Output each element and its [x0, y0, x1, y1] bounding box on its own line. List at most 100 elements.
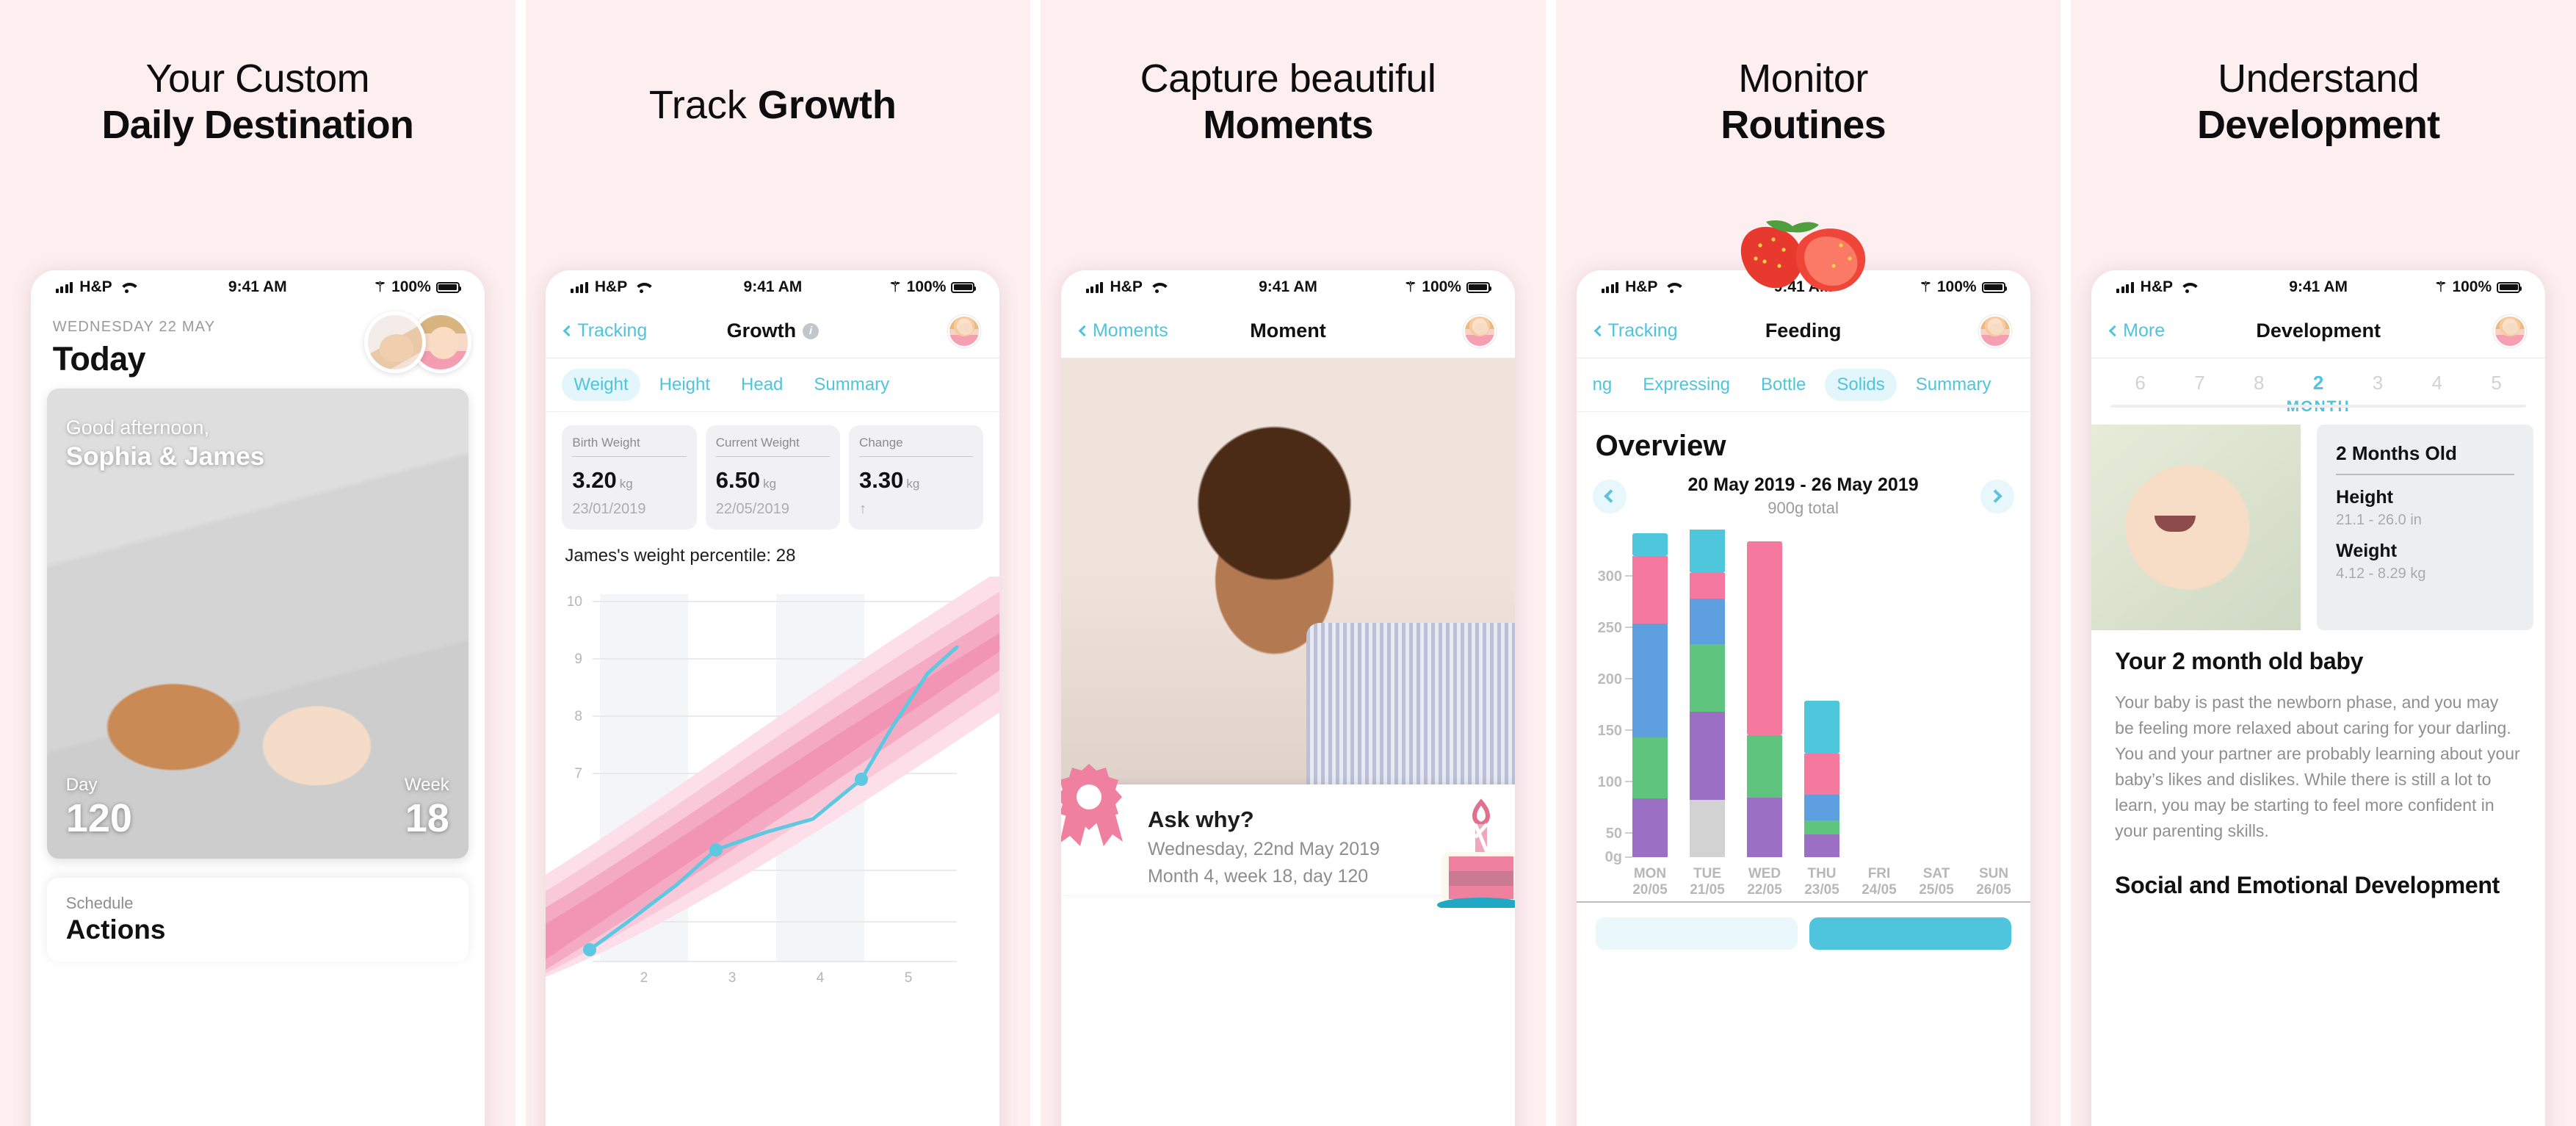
weight-label: Weight	[2336, 541, 2398, 561]
month-option-5[interactable]: 5	[2491, 372, 2501, 394]
panel-track-growth: Track Growth H&P 9:41 AM ⚚ 100% Tracking…	[515, 0, 1031, 1126]
avatar[interactable]	[2494, 314, 2527, 347]
chevron-left-icon	[1593, 325, 1605, 337]
svg-text:MON: MON	[1633, 866, 1665, 881]
month-option-3[interactable]: 3	[2373, 372, 2383, 394]
moment-detail-card: Ask why? Wednesday, 22nd May 2019 Month …	[1060, 764, 1515, 908]
tab-summary[interactable]: Summary	[1904, 369, 2003, 401]
stat-value: 6.50 kg	[716, 467, 830, 494]
svg-text:150: 150	[1597, 723, 1621, 739]
bar-wed	[1746, 541, 1782, 857]
stat-card-current-weight: Current Weight 6.50 kg 22/05/2019	[705, 425, 841, 530]
height-value: 21.1 - 26.0 in	[2336, 512, 2422, 528]
back-button[interactable]: Moments	[1078, 320, 1168, 342]
day-value: 120	[65, 796, 132, 840]
month-option-4[interactable]: 4	[2432, 372, 2442, 394]
stat-unit: kg	[763, 477, 777, 491]
panel-heading-line2: Routines	[1721, 102, 1886, 147]
svg-text:FRI: FRI	[1867, 866, 1890, 881]
nav-bar: More Development	[2091, 304, 2546, 358]
wifi-icon	[1149, 282, 1165, 293]
bar-tue	[1689, 530, 1725, 857]
today-hero-card[interactable]: Good afternoon, Sophia & James Day 120 W…	[46, 389, 468, 859]
development-summary: 2 Months Old Height 21.1 - 26.0 in Weigh…	[2091, 416, 2545, 630]
article-heading: Your 2 month old baby	[2115, 648, 2364, 674]
back-label: Tracking	[1607, 320, 1678, 341]
battery-icon	[2497, 281, 2522, 293]
stat-label: Change	[859, 436, 974, 457]
panel-daily-destination: Your Custom Daily Destination H&P 9:41 A…	[0, 0, 515, 1126]
growth-chart: 10 9 8 7 2 3 4 5	[546, 577, 1000, 988]
tab-expressing[interactable]: Expressing	[1631, 369, 1742, 401]
month-option-7[interactable]: 7	[2194, 372, 2204, 394]
avatar[interactable]	[1978, 314, 2011, 347]
avatar-group[interactable]	[363, 311, 471, 373]
back-button[interactable]: More	[2108, 320, 2165, 342]
greeting-block: Good afternoon, Sophia & James	[66, 416, 264, 472]
svg-text:200: 200	[1597, 671, 1621, 687]
battery-icon	[951, 281, 977, 293]
back-button[interactable]: Tracking	[563, 320, 648, 342]
panel-heading-line2: Daily Destination	[101, 102, 414, 147]
moment-photo	[1060, 358, 1515, 784]
month-option-8[interactable]: 8	[2254, 372, 2264, 394]
stat-number: 3.30	[859, 467, 904, 493]
battery-icon	[435, 281, 461, 293]
panel-heading-line1: Capture beautiful	[1140, 57, 1436, 101]
month-option-2-selected[interactable]: 2	[2313, 372, 2323, 394]
svg-text:25/05: 25/05	[1919, 882, 1954, 897]
feeding-tabs: ng Expressing Bottle Solids Summary	[1576, 358, 2030, 412]
panel-heading: Understand Development	[2061, 0, 2576, 148]
schedule-card[interactable]: Schedule Actions	[46, 878, 468, 961]
tab-weight[interactable]: Weight	[562, 369, 640, 401]
avatar-baby[interactable]	[363, 311, 426, 373]
carrier-label: H&P	[1625, 278, 1658, 295]
avatar[interactable]	[948, 314, 981, 347]
primary-action-button[interactable]	[1809, 917, 2011, 950]
back-button[interactable]: Tracking	[1593, 320, 1678, 342]
tab-head[interactable]: Head	[729, 369, 795, 401]
height-label: Height	[2336, 487, 2393, 508]
tab-height[interactable]: Height	[648, 369, 722, 401]
month-selector: 6 7 8 2 3 4 5 MONTH	[2091, 358, 2546, 416]
stat-value: 3.30 kg	[859, 467, 973, 494]
wifi-icon	[634, 282, 649, 293]
tab-summary[interactable]: Summary	[802, 369, 901, 401]
tab-bottle[interactable]: Bottle	[1749, 369, 1817, 401]
feeding-action-bar	[1576, 901, 2030, 950]
page-title-text: Development	[2256, 320, 2381, 342]
info-icon[interactable]: i	[803, 322, 820, 339]
back-label: Tracking	[577, 320, 648, 341]
month-track[interactable]	[2110, 405, 2527, 408]
tab-solids[interactable]: Solids	[1825, 369, 1897, 401]
avatar[interactable]	[1463, 314, 1496, 347]
prev-week-button[interactable]	[1592, 479, 1627, 513]
panel-capture-moments: Capture beautiful Moments H&P 9:41 AM ⚚ …	[1030, 0, 1546, 1126]
chevron-left-icon	[2108, 325, 2121, 337]
carrier-label: H&P	[2140, 278, 2174, 295]
back-label: Moments	[1092, 320, 1168, 341]
development-article: Your 2 month old baby Your baby is past …	[2091, 630, 2545, 900]
nav-bar: Tracking Feeding	[1576, 304, 2030, 358]
panel-heading-line1: Understand	[2218, 57, 2420, 101]
panel-heading-line1: Track Growth	[515, 56, 1031, 129]
svg-text:250: 250	[1597, 620, 1621, 636]
month-option-6[interactable]: 6	[2135, 372, 2145, 394]
percentile-text: James's weight percentile: 28	[565, 546, 796, 566]
battery-percent: 100%	[1422, 278, 1461, 295]
carrier-label: H&P	[1110, 278, 1143, 295]
tab-nursing-partial[interactable]: ng	[1581, 369, 1624, 401]
secondary-action-button[interactable]	[1595, 917, 1798, 950]
svg-text:WED: WED	[1748, 866, 1780, 881]
stat-unit: kg	[906, 477, 920, 491]
stat-value: 3.20 kg	[572, 467, 686, 494]
panel-heading-line1: Your Custom	[145, 57, 370, 101]
bluetooth-icon: ⚚	[374, 279, 387, 295]
svg-text:2: 2	[640, 970, 648, 986]
next-week-button[interactable]	[1980, 479, 2014, 513]
svg-text:26/05: 26/05	[1976, 882, 2011, 897]
bar-thu	[1803, 701, 1839, 857]
bluetooth-icon: ⚚	[2434, 279, 2447, 295]
signal-bars-icon	[1085, 281, 1104, 293]
schedule-title: Actions	[65, 914, 166, 945]
